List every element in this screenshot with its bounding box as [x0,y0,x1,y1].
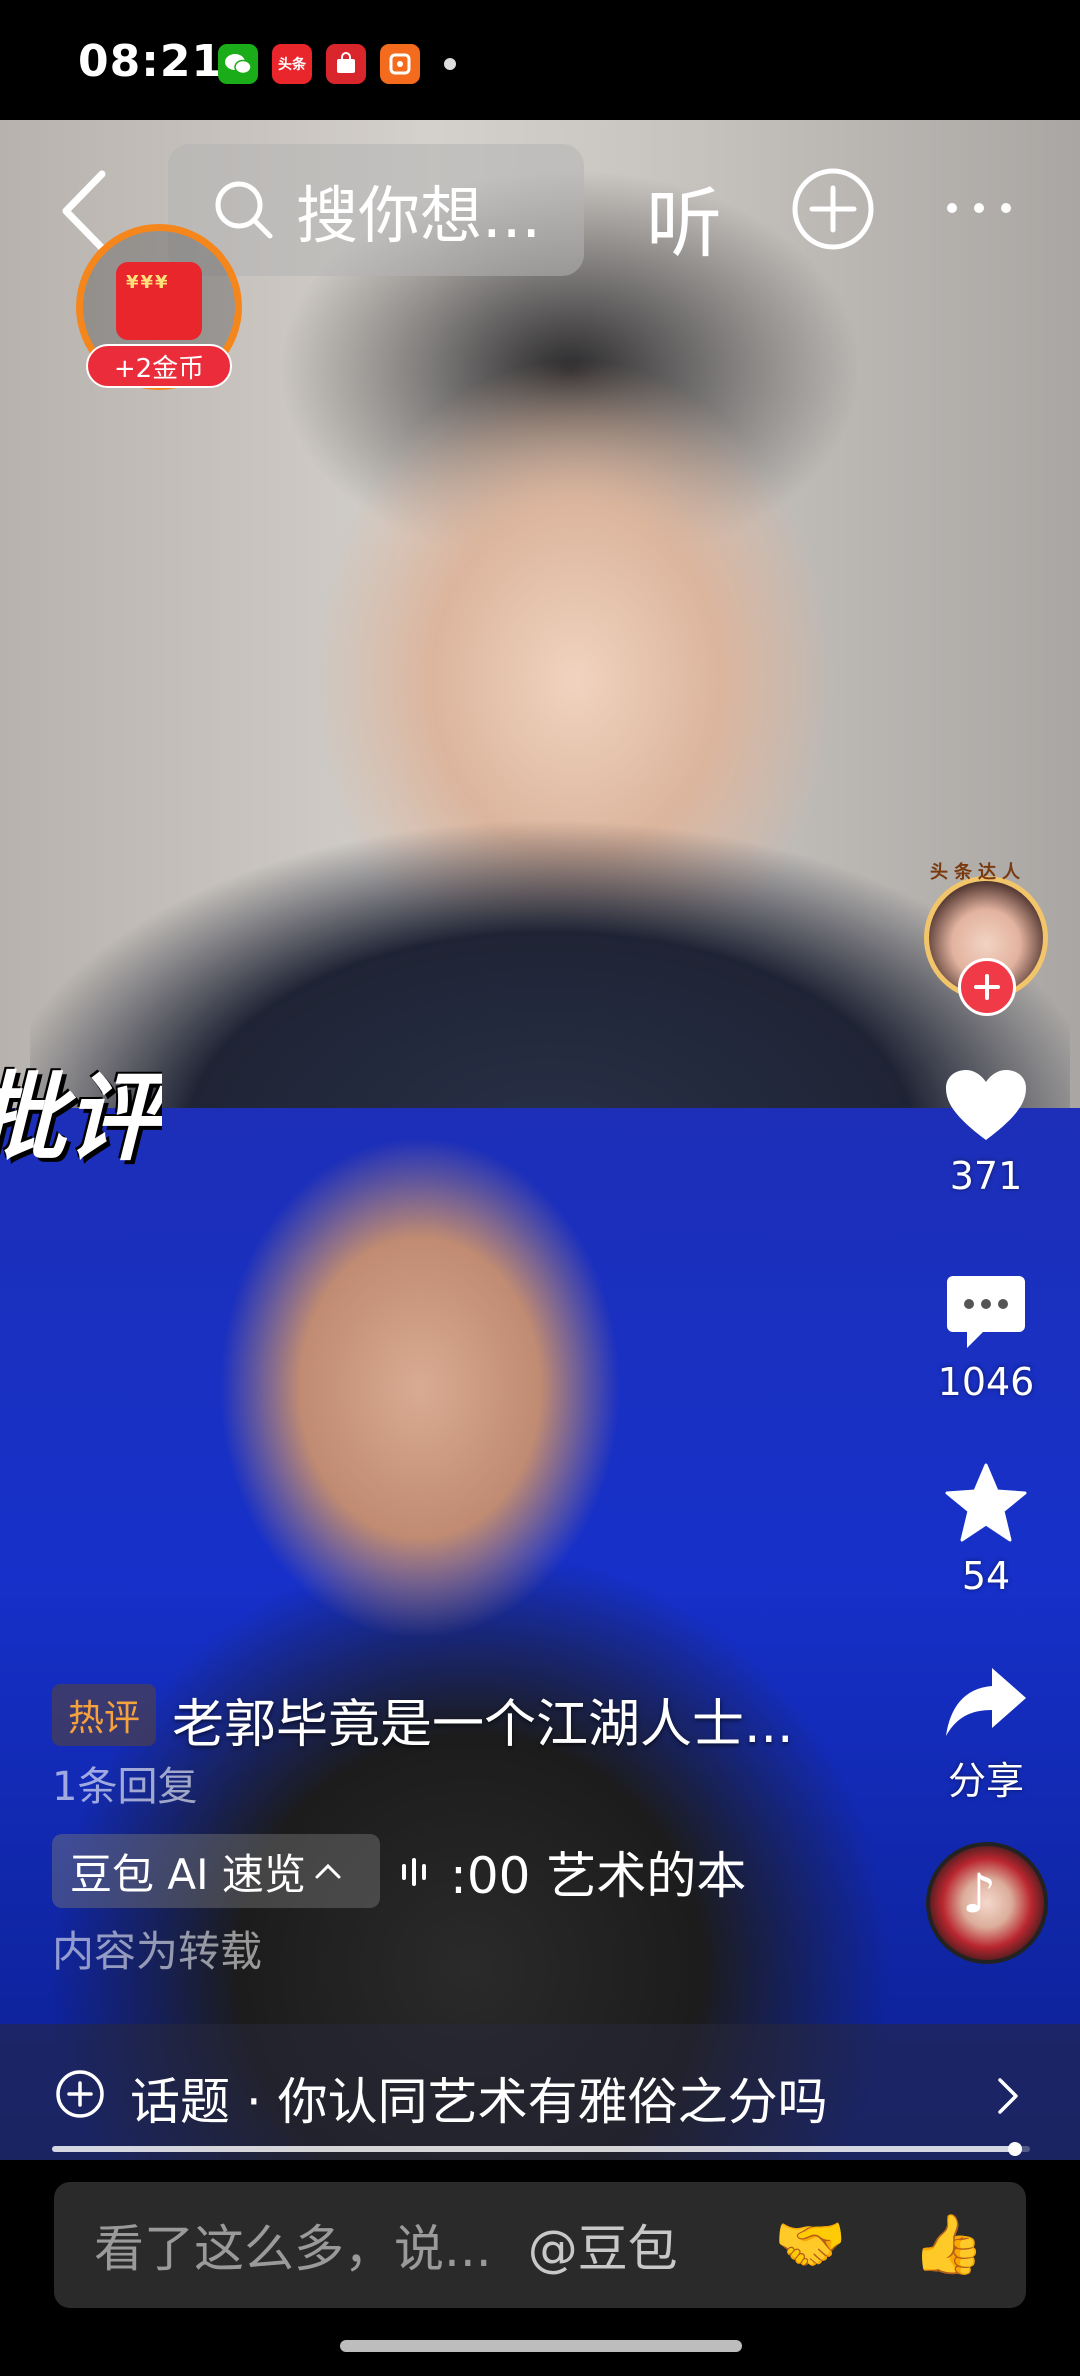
follow-button[interactable] [958,958,1016,1016]
reward-badge: +2金币 [86,344,232,388]
more-button[interactable] [944,196,1014,220]
video-banner-text: 批评 [0,1061,162,1174]
plus-circle-icon [792,168,874,250]
like-count: 371 [949,1154,1023,1198]
ai-summary-label: 豆包 AI 速览 [70,1849,306,1899]
video-progress-handle[interactable] [1008,2142,1022,2156]
comment-input-placeholder: 看了这么多，说... [94,2220,492,2278]
comment-bubble-icon [947,1276,1025,1348]
handshake-emoji-button[interactable]: 🤝 [774,2210,846,2279]
wechat-icon [218,44,258,84]
status-time: 08:21 [78,36,224,87]
share-label: 分享 [947,1759,1024,1803]
notification-dot [444,58,456,70]
status-app-icons: 头条 [218,44,456,84]
toutiao-icon-label: 头条 [278,57,306,73]
share-arrow-icon [946,1668,1026,1736]
topic-text[interactable]: 话题 · 你认同艺术有雅俗之分吗 [130,2062,828,2134]
ai-summary-scroll-text: :00 艺术的本 [450,1847,747,1905]
home-indicator[interactable] [340,2340,742,2352]
hot-comment-text[interactable]: 老郭毕竟是一个江湖人士... [172,1682,794,1757]
heart-icon [946,1070,1026,1140]
shopping-icon [326,44,366,84]
plus-icon [974,974,1000,1000]
hot-comment-tag: 热评 [52,1684,156,1746]
chevron-up-icon [315,1863,341,1879]
comment-input[interactable]: 看了这么多，说... @豆包 [54,2182,1026,2308]
search-box[interactable]: 搜你想... [168,144,584,276]
video-progress-fill [52,2146,1015,2152]
music-note-icon: ♪ [962,1862,997,1925]
comment-button[interactable]: 1046 [930,1274,1042,1404]
mention-doubao-button[interactable]: @豆包 [528,2209,678,2281]
repost-note: 内容为转载 [52,1927,263,1976]
publish-button[interactable] [790,166,876,252]
coin-icon: ¥¥¥ [126,272,170,293]
taobao-icon [380,44,420,84]
share-button[interactable]: 分享 [930,1664,1042,1805]
author-tag: 头条达人 [930,862,1026,883]
search-placeholder: 搜你想... [296,179,542,252]
toutiao-icon: 头条 [272,44,312,84]
audio-wave-icon [398,1852,438,1892]
video-frame-top-robe [30,820,1070,1120]
topic-plus-icon [54,2068,106,2120]
star-icon [945,1463,1027,1542]
favorite-count: 54 [961,1554,1011,1598]
red-envelope-icon: ¥¥¥ [116,262,202,340]
reply-count[interactable]: 1条回复 [52,1754,197,1812]
ai-summary-chip[interactable]: 豆包 AI 速览 [52,1834,380,1908]
more-dots-icon [947,203,1011,213]
favorite-button[interactable]: 54 [930,1462,1042,1598]
like-button[interactable]: 371 [930,1068,1042,1198]
chevron-right-icon[interactable] [996,2076,1020,2116]
video-frame-bottom [0,1108,1080,2160]
thumbs-up-emoji-button[interactable]: 👍 [912,2210,984,2279]
listen-button[interactable]: 听 [646,162,722,272]
comment-count: 1046 [937,1360,1035,1404]
search-icon [215,181,273,239]
